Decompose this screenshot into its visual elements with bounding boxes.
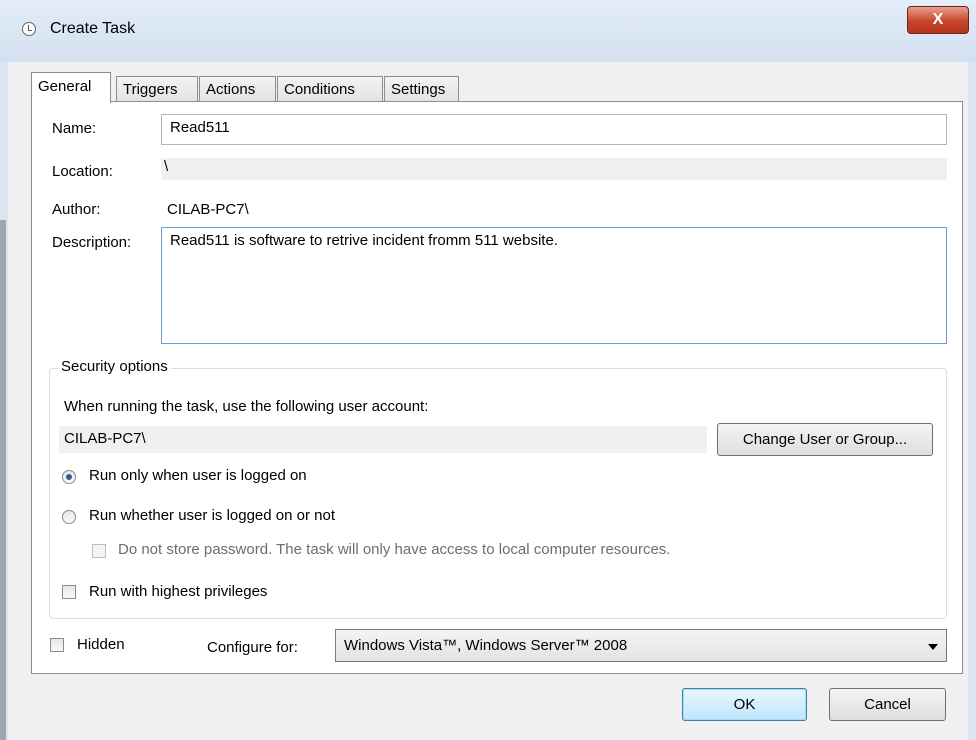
change-user-button[interactable]: Change User or Group... [717, 423, 933, 456]
cancel-button[interactable]: Cancel [829, 688, 946, 721]
hidden-checkbox[interactable] [50, 638, 64, 652]
chevron-down-icon [928, 644, 938, 650]
author-label: Author: [52, 201, 101, 218]
configure-for-select[interactable]: Windows Vista™, Windows Server™ 2008 [335, 629, 947, 662]
description-textarea[interactable]: Read511 is software to retrive incident … [161, 227, 947, 344]
close-button[interactable]: X [907, 6, 969, 34]
tab-actions[interactable]: Actions [199, 76, 276, 102]
no-store-password-label[interactable]: Do not store password. The task will onl… [118, 541, 670, 558]
name-input[interactable]: Read511 [161, 114, 947, 145]
configure-for-label: Configure for: [207, 639, 298, 656]
no-store-password-checkbox[interactable] [92, 544, 106, 558]
ok-button[interactable]: OK [682, 688, 807, 721]
description-label: Description: [52, 234, 132, 251]
location-value: \ [161, 158, 947, 180]
window-edge [0, 220, 6, 740]
create-task-window: Create Task X General Triggers Actions C… [0, 0, 976, 740]
run-logged-on-label[interactable]: Run only when user is logged on [89, 467, 307, 484]
highest-privileges-checkbox[interactable] [62, 585, 76, 599]
hidden-label[interactable]: Hidden [77, 636, 125, 653]
user-account-value: CILAB-PC7\ [59, 426, 707, 453]
security-options-legend: Security options [58, 358, 171, 375]
highest-privileges-label[interactable]: Run with highest privileges [89, 583, 267, 600]
configure-for-value: Windows Vista™, Windows Server™ 2008 [344, 637, 628, 654]
author-value: CILAB-PC7\ [167, 201, 249, 218]
run-whether-radio[interactable] [62, 510, 76, 524]
tab-triggers[interactable]: Triggers [116, 76, 198, 102]
name-label: Name: [52, 120, 97, 137]
run-logged-on-radio[interactable] [62, 470, 76, 484]
clock-icon [22, 22, 36, 36]
tab-conditions[interactable]: Conditions [277, 76, 383, 102]
run-whether-label[interactable]: Run whether user is logged on or not [89, 507, 335, 524]
account-prompt: When running the task, use the following… [64, 398, 429, 415]
title-bar[interactable]: Create Task X [0, 0, 976, 62]
window-title: Create Task [50, 20, 136, 37]
tab-general[interactable]: General [31, 72, 111, 103]
tab-settings[interactable]: Settings [384, 76, 459, 102]
location-label: Location: [52, 163, 113, 180]
